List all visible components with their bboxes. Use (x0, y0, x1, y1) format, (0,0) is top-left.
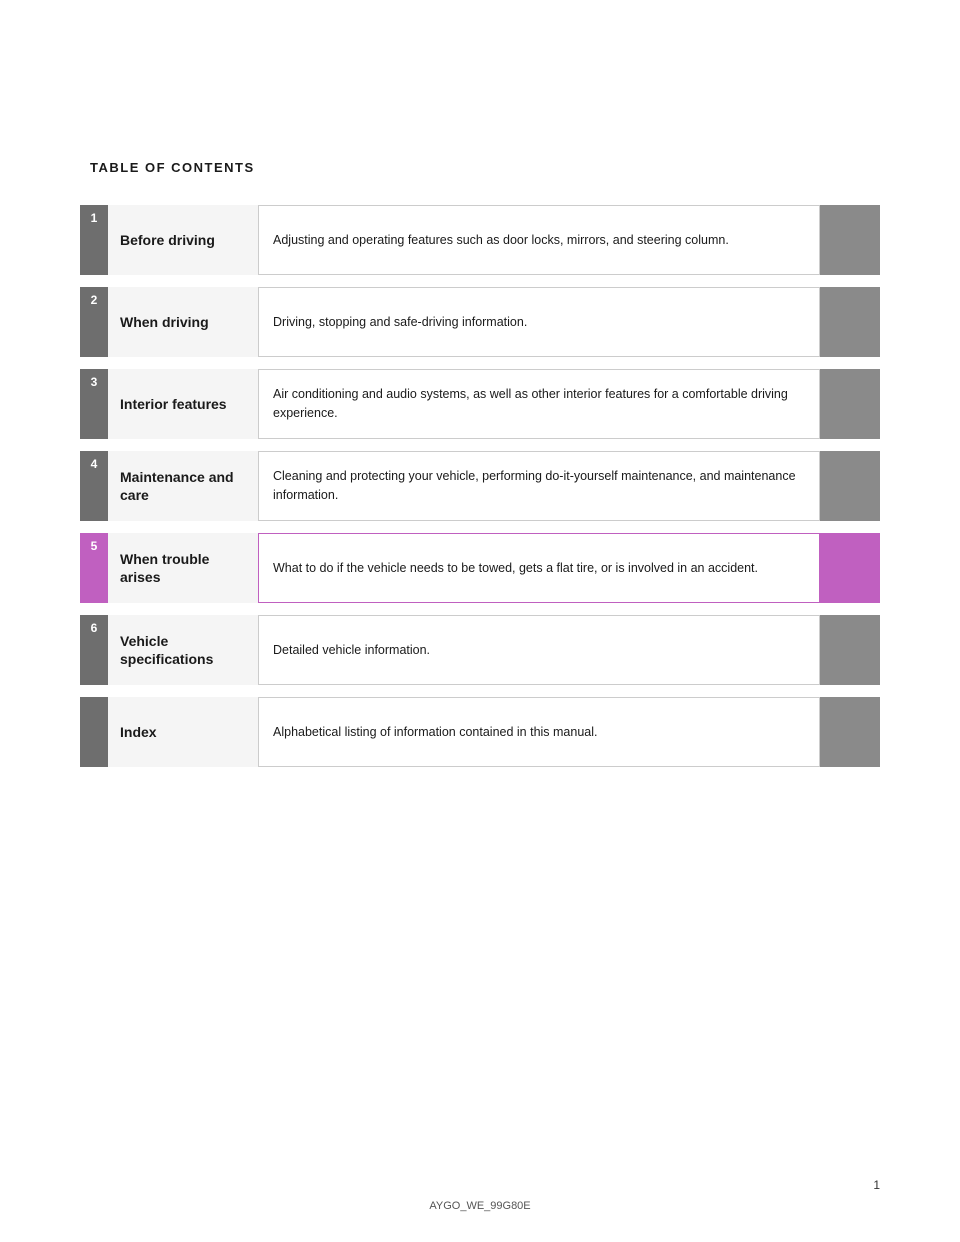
toc-desc-cell: Cleaning and protecting your vehicle, pe… (258, 451, 820, 521)
toc-label-cell: When driving (108, 287, 258, 357)
toc-number (80, 697, 108, 767)
toc-desc-cell: Air conditioning and audio systems, as w… (258, 369, 820, 439)
toc-label-cell: When trouble arises (108, 533, 258, 603)
toc-label-text: Interior features (120, 395, 227, 413)
toc-color-block (820, 533, 880, 603)
toc-number: 2 (80, 287, 108, 357)
toc-label-cell: Before driving (108, 205, 258, 275)
toc-row[interactable]: Index Alphabetical listing of information… (80, 697, 880, 767)
page: TABLE OF CONTENTS 1 Before driving Adjusti… (0, 0, 960, 1242)
toc-label-cell: Maintenance and care (108, 451, 258, 521)
toc-label-cell: Index (108, 697, 258, 767)
toc-number: 4 (80, 451, 108, 521)
toc-list: 1 Before driving Adjusting and operating f… (80, 205, 880, 767)
toc-color-block (820, 451, 880, 521)
toc-label-text: Vehicle specifications (120, 632, 246, 668)
toc-desc-cell: Detailed vehicle information. (258, 615, 820, 685)
toc-label-text: When driving (120, 313, 209, 331)
page-number: 1 (873, 1178, 880, 1192)
toc-row[interactable]: 5 When trouble arises What to do if the ve… (80, 533, 880, 603)
toc-label-cell: Interior features (108, 369, 258, 439)
toc-desc-text: Adjusting and operating features such as… (273, 231, 729, 250)
toc-label-text: Maintenance and care (120, 468, 246, 504)
toc-row[interactable]: 4 Maintenance and care Cleaning and protec… (80, 451, 880, 521)
toc-color-block (820, 697, 880, 767)
toc-label-text: When trouble arises (120, 550, 246, 586)
toc-desc-text: Air conditioning and audio systems, as w… (273, 385, 805, 423)
toc-desc-cell: What to do if the vehicle needs to be to… (258, 533, 820, 603)
toc-desc-text: What to do if the vehicle needs to be to… (273, 559, 758, 578)
toc-color-block (820, 205, 880, 275)
toc-desc-cell: Alphabetical listing of information cont… (258, 697, 820, 767)
toc-label-cell: Vehicle specifications (108, 615, 258, 685)
toc-desc-text: Driving, stopping and safe-driving infor… (273, 313, 527, 332)
toc-label-text: Index (120, 723, 157, 741)
footer-code: AYGO_WE_99G80E (429, 1200, 530, 1212)
toc-row[interactable]: 2 When driving Driving, stopping and safe-… (80, 287, 880, 357)
toc-row[interactable]: 1 Before driving Adjusting and operating f… (80, 205, 880, 275)
toc-desc-cell: Driving, stopping and safe-driving infor… (258, 287, 820, 357)
toc-row[interactable]: 6 Vehicle specifications Detailed vehicle … (80, 615, 880, 685)
toc-row[interactable]: 3 Interior features Air conditioning and a… (80, 369, 880, 439)
toc-number: 3 (80, 369, 108, 439)
toc-desc-text: Alphabetical listing of information cont… (273, 723, 598, 742)
toc-desc-text: Detailed vehicle information. (273, 641, 430, 660)
toc-number: 1 (80, 205, 108, 275)
toc-color-block (820, 369, 880, 439)
toc-color-block (820, 615, 880, 685)
toc-desc-text: Cleaning and protecting your vehicle, pe… (273, 467, 805, 505)
toc-desc-cell: Adjusting and operating features such as… (258, 205, 820, 275)
toc-label-text: Before driving (120, 231, 215, 249)
toc-number: 5 (80, 533, 108, 603)
toc-number: 6 (80, 615, 108, 685)
toc-color-block (820, 287, 880, 357)
main-content: TABLE OF CONTENTS 1 Before driving Adjusti… (0, 0, 960, 859)
toc-title: TABLE OF CONTENTS (80, 160, 880, 175)
